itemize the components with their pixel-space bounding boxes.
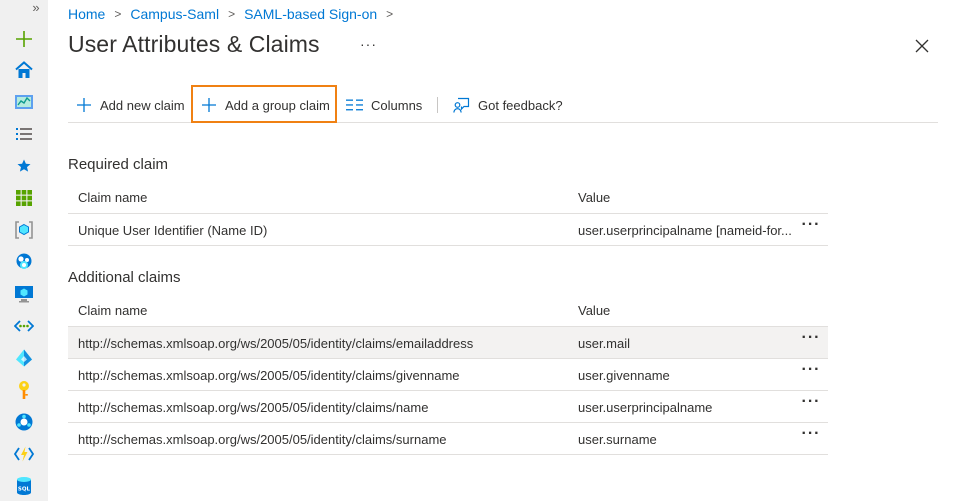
claim-name-cell: http://schemas.xmlsoap.org/ws/2005/05/id…	[78, 368, 460, 383]
row-more-button[interactable]: ···	[800, 362, 822, 383]
column-header-value[interactable]: Value	[578, 303, 610, 318]
required-claim-heading: Required claim	[68, 156, 169, 173]
table-row[interactable]: http://schemas.xmlsoap.org/ws/2005/05/id…	[68, 423, 828, 455]
breadcrumb-separator: >	[386, 7, 394, 21]
claim-value-cell: user.mail	[578, 336, 631, 351]
close-button[interactable]	[912, 36, 932, 56]
claim-name-cell: Unique User Identifier (Name ID)	[78, 223, 268, 238]
claim-name-cell: http://schemas.xmlsoap.org/ws/2005/05/id…	[78, 432, 447, 447]
home-icon[interactable]	[13, 59, 35, 81]
breadcrumb-home[interactable]: Home	[68, 6, 105, 22]
toolbar-divider	[437, 97, 438, 113]
column-header-value[interactable]: Value	[578, 190, 610, 205]
app-services-icon[interactable]	[13, 251, 35, 273]
breadcrumb-separator: >	[228, 7, 236, 21]
claim-value-cell: user.userprincipalname [nameid-for...	[578, 223, 792, 238]
dashboard-icon[interactable]	[13, 91, 35, 113]
row-more-button[interactable]: ···	[800, 426, 822, 447]
grid-header: Claim name Value	[68, 180, 828, 214]
row-more-button[interactable]: ···	[800, 394, 822, 415]
columns-button[interactable]: Columns	[346, 88, 422, 122]
key-vault-icon[interactable]	[13, 379, 35, 401]
svg-text:SQL: SQL	[18, 487, 31, 493]
feedback-label: Got feedback?	[478, 97, 563, 113]
additional-claims-heading: Additional claims	[68, 269, 181, 286]
table-row[interactable]: Unique User Identifier (Name ID) user.us…	[68, 214, 828, 246]
add-group-claim-label: Add a group claim	[225, 97, 330, 113]
table-row[interactable]: http://schemas.xmlsoap.org/ws/2005/05/id…	[68, 359, 828, 391]
resource-groups-icon[interactable]	[13, 219, 35, 241]
required-claim-grid: Claim name Value Unique User Identifier …	[68, 180, 828, 246]
feedback-icon	[453, 97, 470, 113]
breadcrumb-app[interactable]: Campus-Saml	[130, 6, 219, 22]
feedback-button[interactable]: Got feedback?	[453, 88, 563, 122]
column-header-claim-name[interactable]: Claim name	[78, 303, 147, 318]
claim-name-cell: http://schemas.xmlsoap.org/ws/2005/05/id…	[78, 336, 474, 351]
all-services-icon[interactable]	[13, 123, 35, 145]
page-title: User Attributes & Claims	[68, 31, 320, 57]
columns-icon	[346, 99, 363, 111]
virtual-networks-icon[interactable]	[13, 315, 35, 337]
column-header-claim-name[interactable]: Claim name	[78, 190, 147, 205]
sql-database-icon[interactable]: SQL	[13, 475, 35, 497]
row-more-button[interactable]: ···	[800, 330, 822, 351]
claim-value-cell: user.givenname	[578, 368, 670, 383]
additional-claims-grid: Claim name Value http://schemas.xmlsoap.…	[68, 293, 828, 455]
expand-menu-button[interactable]: »	[24, 0, 48, 16]
breadcrumb: Home > Campus-Saml > SAML-based Sign-on …	[68, 5, 402, 23]
left-nav-rail: » SQL	[0, 0, 48, 501]
virtual-machines-icon[interactable]	[13, 283, 35, 305]
create-resource-icon[interactable]	[13, 28, 35, 50]
add-icon	[201, 97, 217, 113]
add-icon	[76, 97, 92, 113]
claim-name-cell: http://schemas.xmlsoap.org/ws/2005/05/id…	[78, 400, 429, 415]
command-toolbar: Add new claim Add a group claim Columns …	[68, 85, 938, 123]
table-row[interactable]: http://schemas.xmlsoap.org/ws/2005/05/id…	[68, 391, 828, 423]
page-more-button[interactable]: ···	[360, 36, 377, 52]
claim-value-cell: user.userprincipalname	[578, 400, 713, 415]
azure-ad-icon[interactable]	[13, 347, 35, 369]
functions-icon[interactable]	[13, 443, 35, 465]
all-resources-icon[interactable]	[13, 187, 35, 209]
close-icon	[915, 39, 929, 53]
add-group-claim-button[interactable]: Add a group claim	[201, 88, 330, 122]
breadcrumb-saml-sign-on[interactable]: SAML-based Sign-on	[244, 6, 377, 22]
table-row[interactable]: http://schemas.xmlsoap.org/ws/2005/05/id…	[68, 327, 828, 359]
breadcrumb-separator: >	[114, 7, 122, 21]
claim-value-cell: user.surname	[578, 432, 657, 447]
grid-header: Claim name Value	[68, 293, 828, 327]
favorites-star-icon[interactable]	[13, 155, 35, 177]
monitor-icon[interactable]	[13, 411, 35, 433]
row-more-button[interactable]: ···	[800, 217, 822, 238]
add-new-claim-label: Add new claim	[100, 97, 185, 113]
columns-label: Columns	[371, 97, 423, 113]
add-new-claim-button[interactable]: Add new claim	[76, 88, 185, 122]
